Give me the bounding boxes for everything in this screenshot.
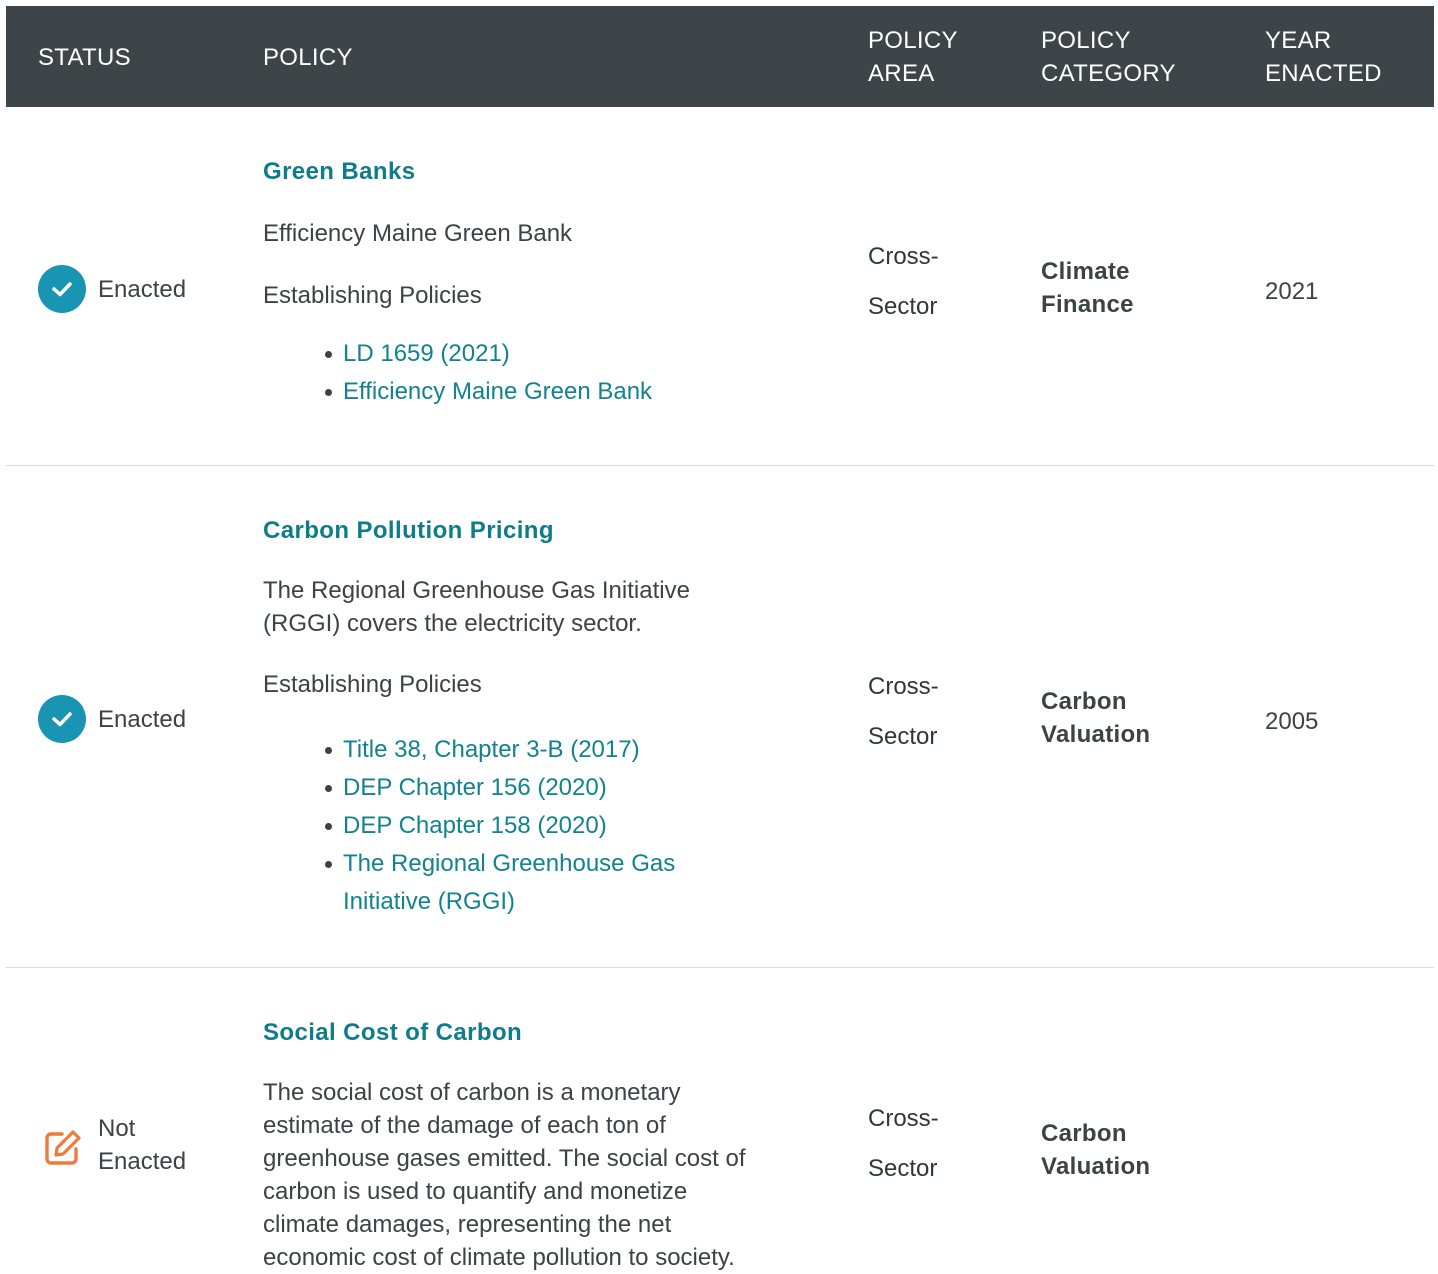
- status-label-line1: Not: [98, 1115, 136, 1142]
- policy-area-line2: Sector: [868, 723, 938, 750]
- table-header: STATUS POLICY POLICY AREA POLICY CATEGOR…: [6, 6, 1434, 107]
- establishing-policies-label: Establishing Policies: [263, 282, 482, 309]
- header-year-enacted[interactable]: YEAR ENACTED: [1265, 24, 1382, 90]
- status-cell: Not Enacted: [38, 1115, 186, 1178]
- policy-description-line: (RGGI) covers the electricity sector.: [263, 610, 642, 637]
- header-policy-area-line1: POLICY: [868, 27, 958, 54]
- policy-title-link[interactable]: Social Cost of Carbon: [263, 1019, 522, 1047]
- policy-area-line2: Sector: [868, 293, 938, 320]
- policy-description-line: The social cost of carbon is a monetary: [263, 1079, 681, 1106]
- status-cell: Enacted: [38, 695, 186, 743]
- status-label: Not Enacted: [98, 1112, 186, 1178]
- policy-area-cell: Cross- Sector: [868, 1094, 939, 1194]
- policy-category-line2: Valuation: [1041, 721, 1151, 748]
- policy-link[interactable]: DEP Chapter 158 (2020): [323, 807, 675, 845]
- header-status-label: STATUS: [38, 44, 131, 71]
- policy-category-line1: Carbon: [1041, 1120, 1127, 1147]
- policy-category-cell: Climate Finance: [1041, 255, 1134, 321]
- header-policy-area-line2: AREA: [868, 60, 935, 87]
- policy-link[interactable]: Title 38, Chapter 3-B (2017): [323, 731, 675, 769]
- status-label-line2: Enacted: [98, 1148, 187, 1175]
- header-policy[interactable]: POLICY: [263, 41, 353, 74]
- policy-description: The Regional Greenhouse Gas Initiative (…: [263, 574, 823, 640]
- table-row: Enacted Carbon Pollution Pricing The Reg…: [6, 466, 1434, 968]
- policy-area-line1: Cross-: [868, 673, 939, 700]
- policy-link-line2: Initiative (RGGI): [343, 888, 516, 915]
- policy-category-line1: Climate: [1041, 258, 1130, 285]
- policy-description-line: greenhouse gases emitted. The social cos…: [263, 1145, 746, 1172]
- policy-category-line2: Finance: [1041, 291, 1134, 318]
- policy-category-line1: Carbon: [1041, 688, 1127, 715]
- table-row: Enacted Green Banks Efficiency Maine Gre…: [6, 107, 1434, 466]
- policy-category-line2: Valuation: [1041, 1153, 1151, 1180]
- policy-description-line: The Regional Greenhouse Gas Initiative: [263, 577, 690, 604]
- header-policy-area[interactable]: POLICY AREA: [868, 24, 958, 90]
- policy-area-line2: Sector: [868, 1155, 938, 1182]
- header-policy-category-line2: CATEGORY: [1041, 60, 1176, 87]
- policy-area-cell: Cross- Sector: [868, 232, 939, 332]
- policy-title-link[interactable]: Green Banks: [263, 158, 415, 186]
- header-policy-label: POLICY: [263, 44, 353, 71]
- edit-icon: [38, 1124, 86, 1172]
- policy-description-line: estimate of the damage of each ton of: [263, 1112, 666, 1139]
- policy-description-line: climate damages, representing the net: [263, 1211, 672, 1238]
- table-row: Not Enacted Social Cost of Carbon The so…: [6, 968, 1434, 1271]
- policy-link[interactable]: The Regional Greenhouse Gas Initiative (…: [323, 845, 675, 921]
- header-year-line2: ENACTED: [1265, 60, 1382, 87]
- policy-title-link[interactable]: Carbon Pollution Pricing: [263, 517, 554, 545]
- header-status[interactable]: STATUS: [38, 41, 131, 74]
- establishing-policies-label: Establishing Policies: [263, 671, 482, 698]
- policy-area-line1: Cross-: [868, 1105, 939, 1132]
- policy-area-line1: Cross-: [868, 243, 939, 270]
- policy-link[interactable]: DEP Chapter 156 (2020): [323, 769, 675, 807]
- header-policy-category-line1: POLICY: [1041, 27, 1131, 54]
- policy-cell: Green Banks: [263, 158, 823, 186]
- policy-category-cell: Carbon Valuation: [1041, 1117, 1150, 1183]
- policy-description-line: economic cost of climate pollution to so…: [263, 1244, 735, 1271]
- status-label: Enacted: [98, 705, 187, 733]
- policy-cell: Social Cost of Carbon: [263, 1019, 823, 1047]
- policy-link[interactable]: Efficiency Maine Green Bank: [323, 373, 652, 411]
- policy-link[interactable]: LD 1659 (2021): [323, 335, 652, 373]
- status-cell: Enacted: [38, 265, 186, 313]
- policy-description: Efficiency Maine Green Bank: [263, 220, 573, 247]
- policy-link-line1: The Regional Greenhouse Gas: [343, 850, 676, 877]
- header-policy-category[interactable]: POLICY CATEGORY: [1041, 24, 1176, 90]
- header-year-line1: YEAR: [1265, 27, 1332, 54]
- policy-description: The social cost of carbon is a monetary …: [263, 1076, 823, 1274]
- policy-area-cell: Cross- Sector: [868, 662, 939, 762]
- policy-cell: Carbon Pollution Pricing: [263, 517, 823, 545]
- year-enacted-cell: 2005: [1265, 708, 1319, 735]
- check-circle-icon: [38, 695, 86, 743]
- policy-description-line: carbon is used to quantify and monetize: [263, 1178, 688, 1205]
- status-label: Enacted: [98, 275, 187, 303]
- year-enacted-cell: 2021: [1265, 278, 1319, 305]
- policy-category-cell: Carbon Valuation: [1041, 685, 1150, 751]
- check-circle-icon: [38, 265, 86, 313]
